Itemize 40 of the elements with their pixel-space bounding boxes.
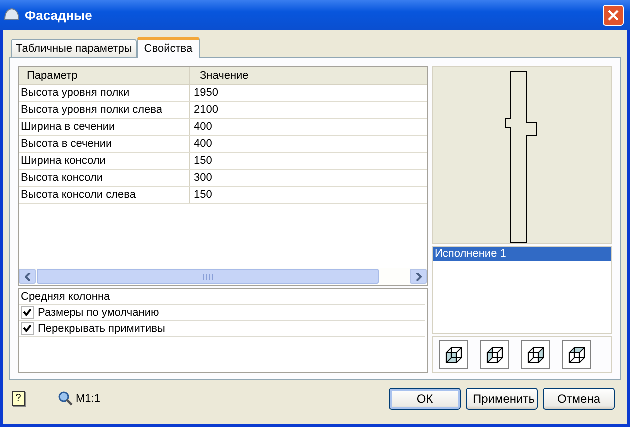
dialog-button[interactable]: Применить: [466, 388, 538, 410]
list-item[interactable]: Исполнение 1: [433, 247, 611, 261]
dialog-button[interactable]: ОК: [389, 388, 461, 410]
table-cell: Ширина консоли: [19, 153, 190, 169]
checkbox-label[interactable]: Размеры по умолчанию: [38, 306, 160, 318]
table-cell: Высота уровня полки: [19, 85, 190, 101]
view-button[interactable]: [439, 340, 468, 369]
table-cell: Высота в сечении: [19, 136, 190, 152]
table-cell: Ширина в сечении: [19, 119, 190, 135]
column-header[interactable]: Параметр: [19, 67, 190, 84]
table-cell: Высота консоли слева: [19, 187, 190, 203]
checkbox[interactable]: [21, 322, 34, 335]
table-cell: Высота консоли: [19, 170, 190, 186]
table-cell-text: 150: [193, 154, 214, 169]
table-cell-text: 400: [193, 137, 214, 152]
checkbox[interactable]: [21, 306, 34, 319]
tab[interactable]: Свойства: [137, 37, 200, 58]
column-header[interactable]: Значение: [190, 67, 427, 84]
table-cell-text: 400: [193, 120, 214, 135]
helmet-icon: [4, 8, 20, 22]
scale-label: М1:1: [76, 392, 100, 404]
table-cell: Высота уровня полки слева: [19, 102, 190, 118]
table-cell-text: 2100: [193, 103, 220, 118]
horizontal-scrollbar[interactable]: [19, 268, 427, 285]
magnifier-icon[interactable]: [58, 391, 73, 406]
view-button[interactable]: [562, 340, 591, 369]
scroll-thumb[interactable]: [37, 269, 379, 284]
table-cell-text: 1950: [193, 86, 220, 101]
window-title: Фасадные: [25, 8, 94, 22]
table-cell-text: 300: [193, 171, 214, 186]
tab[interactable]: Табличные параметры: [11, 39, 138, 57]
help-icon[interactable]: ?: [12, 391, 25, 406]
view-button[interactable]: [521, 340, 550, 369]
dialog-button[interactable]: Отмена: [543, 388, 615, 410]
close-icon: [607, 8, 620, 22]
checkbox-label[interactable]: Перекрывать примитивы: [38, 322, 166, 334]
view-button[interactable]: [480, 340, 509, 369]
close-button[interactable]: [603, 4, 624, 26]
group-title: Средняя колонна: [21, 290, 110, 302]
table-cell-text: 150: [193, 188, 214, 203]
